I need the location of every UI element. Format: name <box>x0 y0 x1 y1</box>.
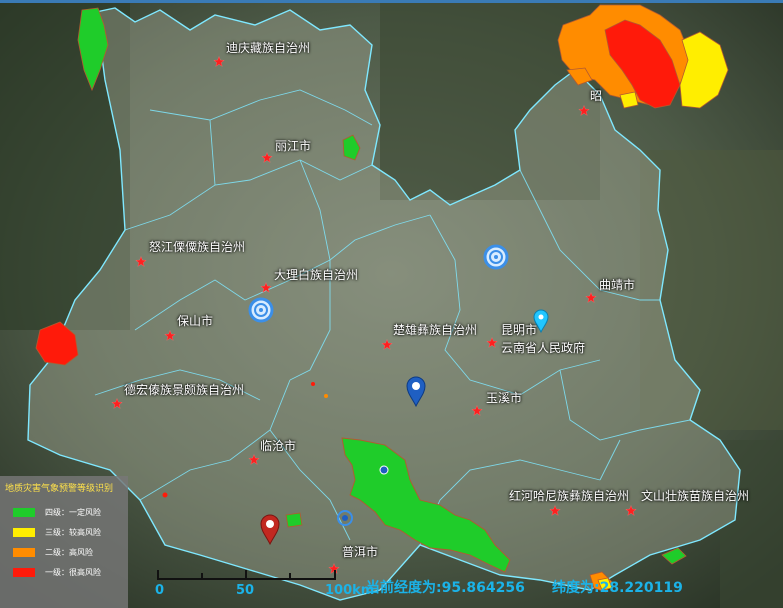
red-warning-point <box>162 492 168 498</box>
legend-swatch-level-4 <box>13 508 35 517</box>
scale-label-50: 50 <box>236 583 255 598</box>
prefecture-label-dehong: 德宏傣族景颇族自治州 <box>124 383 245 397</box>
prefecture-label-diqing: 迪庆藏族自治州 <box>226 41 311 55</box>
prefecture-label-baoshan: 保山市 <box>177 314 214 328</box>
legend-label: 三级：较高风险 <box>45 528 101 537</box>
latitude-readout: 纬度为:28.220119 <box>552 580 683 596</box>
prefecture-label-provincial-government: 云南省人民政府 <box>501 341 586 355</box>
warning-level-legend: 地质灾害气象预警等级识别 四级：一定风险 三级：较高风险 二级：高风险 一级：很… <box>0 476 128 608</box>
prefecture-label-nujiang: 怒江傈僳族自治州 <box>149 240 246 254</box>
legend-title: 地质灾害气象预警等级识别 <box>5 484 114 494</box>
scale-label-0: 0 <box>155 583 165 598</box>
prefecture-label-honghe: 红河哈尼族彝族自治州 <box>509 489 630 503</box>
prefecture-label-lincang: 临沧市 <box>260 439 297 453</box>
small-blue-marker-icon <box>379 465 389 475</box>
red-warning-point <box>324 394 328 398</box>
legend-label: 四级：一定风险 <box>45 508 101 517</box>
prefecture-label-yuxi: 玉溪市 <box>486 391 523 405</box>
legend-label: 二级：高风险 <box>45 548 93 557</box>
target-marker-icon[interactable] <box>483 244 509 270</box>
green-warning-zone-patch <box>285 512 303 528</box>
legend-swatch-level-2 <box>13 548 35 557</box>
legend-swatch-level-3 <box>13 528 35 537</box>
prefecture-label-qujing: 曲靖市 <box>599 278 636 292</box>
prefecture-label-kunming: 昆明市 <box>501 323 538 337</box>
legend-swatch-level-1 <box>13 568 35 577</box>
target-marker-icon[interactable] <box>248 297 274 323</box>
prefecture-label-puer: 普洱市 <box>342 545 379 559</box>
red-warning-point <box>311 382 315 386</box>
prefecture-label-lijiang: 丽江市 <box>275 139 312 153</box>
prefecture-label-wenshan: 文山壮族苗族自治州 <box>641 489 750 503</box>
prefecture-label-chuxiong: 楚雄彝族自治州 <box>393 323 478 337</box>
legend-label: 一级：很高风险 <box>45 568 101 577</box>
longitude-readout: 当前经度为:95.864256 <box>366 580 525 596</box>
prefecture-label-dali: 大理白族自治州 <box>274 268 359 282</box>
prefecture-label-zhaotong: 昭 <box>590 89 603 103</box>
